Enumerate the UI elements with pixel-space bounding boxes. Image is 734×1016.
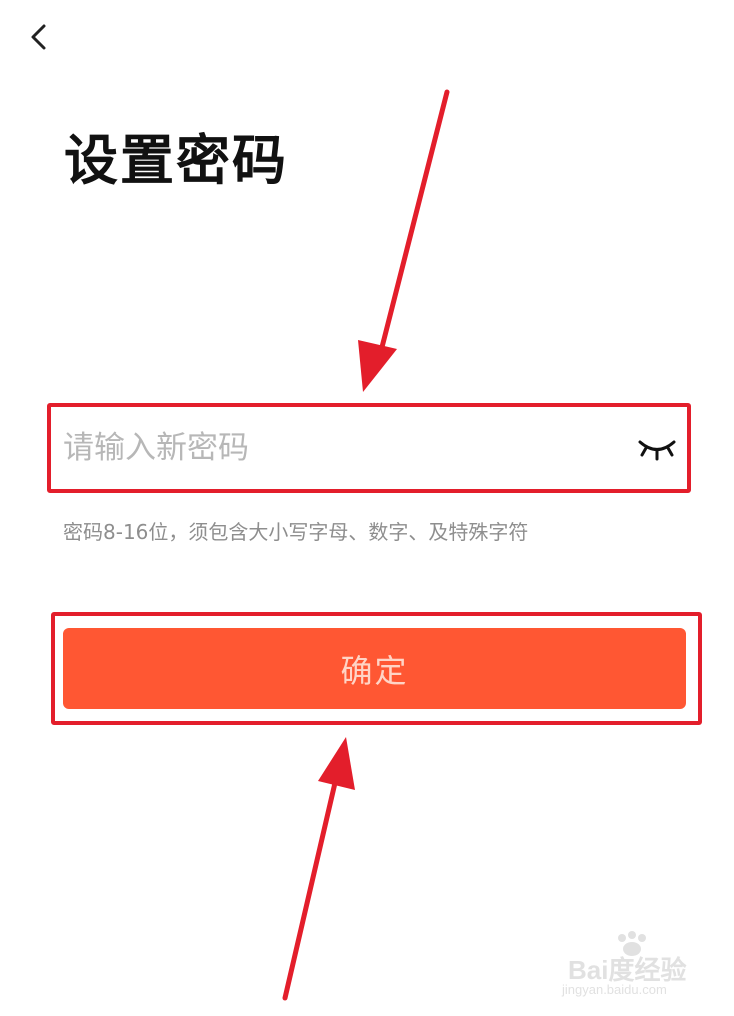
page-title: 设置密码 (64, 129, 288, 192)
watermark: Bai度经验 jingyan.baidu.com (560, 930, 710, 1000)
watermark-url: jingyan.baidu.com (562, 982, 667, 997)
arrow-down-icon (358, 89, 450, 392)
arrow-up-icon (282, 737, 355, 1001)
chevron-left-icon (31, 24, 46, 50)
toggle-visibility-button[interactable] (637, 433, 677, 463)
new-password-input[interactable] (63, 421, 623, 475)
password-input-container (47, 403, 691, 493)
eye-closed-icon (638, 440, 676, 461)
password-hint: 密码8-16位，须包含大小写字母、数字、及特殊字符 (63, 520, 529, 544)
back-button[interactable] (22, 20, 56, 54)
confirm-button[interactable]: 确定 (63, 628, 686, 709)
